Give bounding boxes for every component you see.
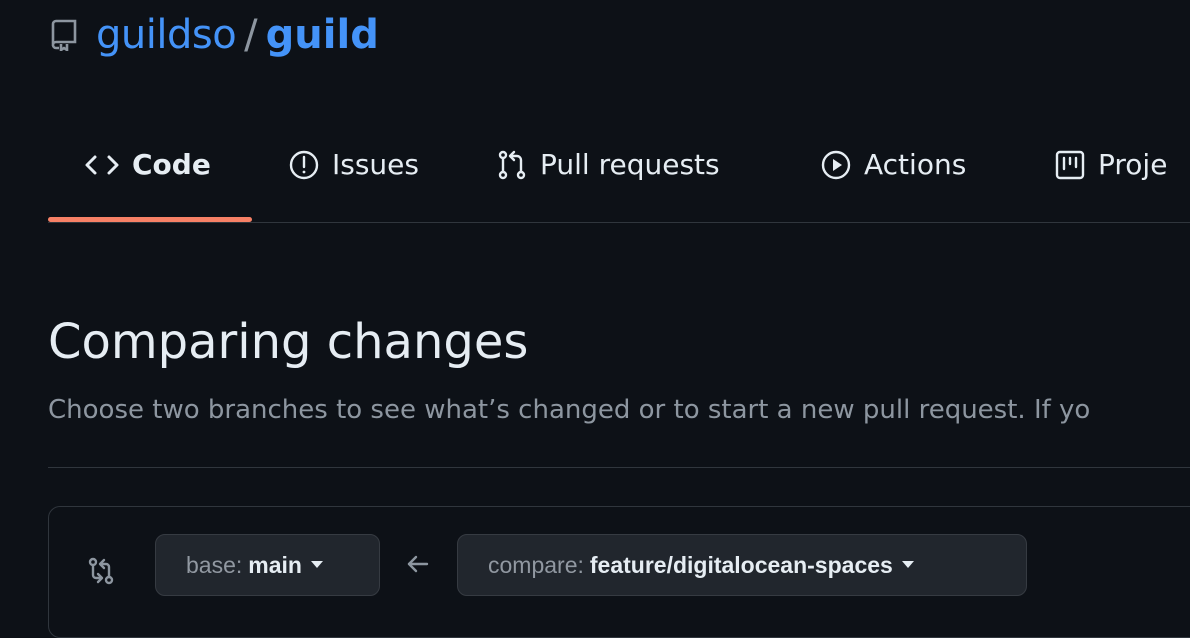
- range-editor: base: main compare: feature/digitalocean…: [48, 506, 1190, 638]
- repo-separator: /: [244, 12, 258, 58]
- divider: [48, 467, 1190, 468]
- tab-pull-requests[interactable]: Pull requests: [496, 122, 720, 207]
- git-pull-request-icon: [496, 149, 528, 181]
- tab-issues[interactable]: Issues: [288, 122, 419, 207]
- selected-tab-indicator: [48, 217, 252, 222]
- compare-branch-label: compare:: [488, 551, 584, 578]
- base-branch-label: base:: [186, 551, 243, 578]
- play-icon: [820, 149, 852, 181]
- tab-pull-requests-label: Pull requests: [540, 148, 720, 181]
- base-branch-button[interactable]: base: main: [155, 534, 380, 596]
- repo-nav: Code Issues Pull requests Actions Proje: [48, 122, 1190, 223]
- compare-branch-button[interactable]: compare: feature/digitalocean-spaces: [457, 534, 1027, 596]
- tab-actions[interactable]: Actions: [820, 122, 966, 207]
- tab-code-label: Code: [132, 148, 211, 181]
- tab-code[interactable]: Code: [84, 122, 211, 207]
- caret-down-icon: [901, 560, 915, 570]
- repo-name-link[interactable]: guild: [266, 12, 379, 58]
- caret-down-icon: [310, 560, 324, 570]
- repo-header: guildso / guild: [48, 10, 379, 60]
- compare-branch-value: feature/digitalocean-spaces: [589, 551, 893, 578]
- code-icon: [84, 154, 120, 176]
- page-description: Choose two branches to see what’s change…: [48, 395, 1091, 425]
- tab-issues-label: Issues: [332, 148, 419, 181]
- project-icon: [1054, 149, 1086, 181]
- repo-owner-link[interactable]: guildso: [96, 12, 237, 58]
- issue-opened-icon: [288, 149, 320, 181]
- arrow-left-icon: [405, 551, 431, 582]
- tab-projects-label: Proje: [1098, 148, 1168, 181]
- tab-projects[interactable]: Proje: [1054, 122, 1167, 207]
- tab-actions-label: Actions: [864, 148, 967, 181]
- base-branch-value: main: [248, 551, 302, 578]
- git-compare-icon: [87, 557, 115, 590]
- repo-icon: [48, 19, 80, 51]
- page-title: Comparing changes: [48, 314, 529, 370]
